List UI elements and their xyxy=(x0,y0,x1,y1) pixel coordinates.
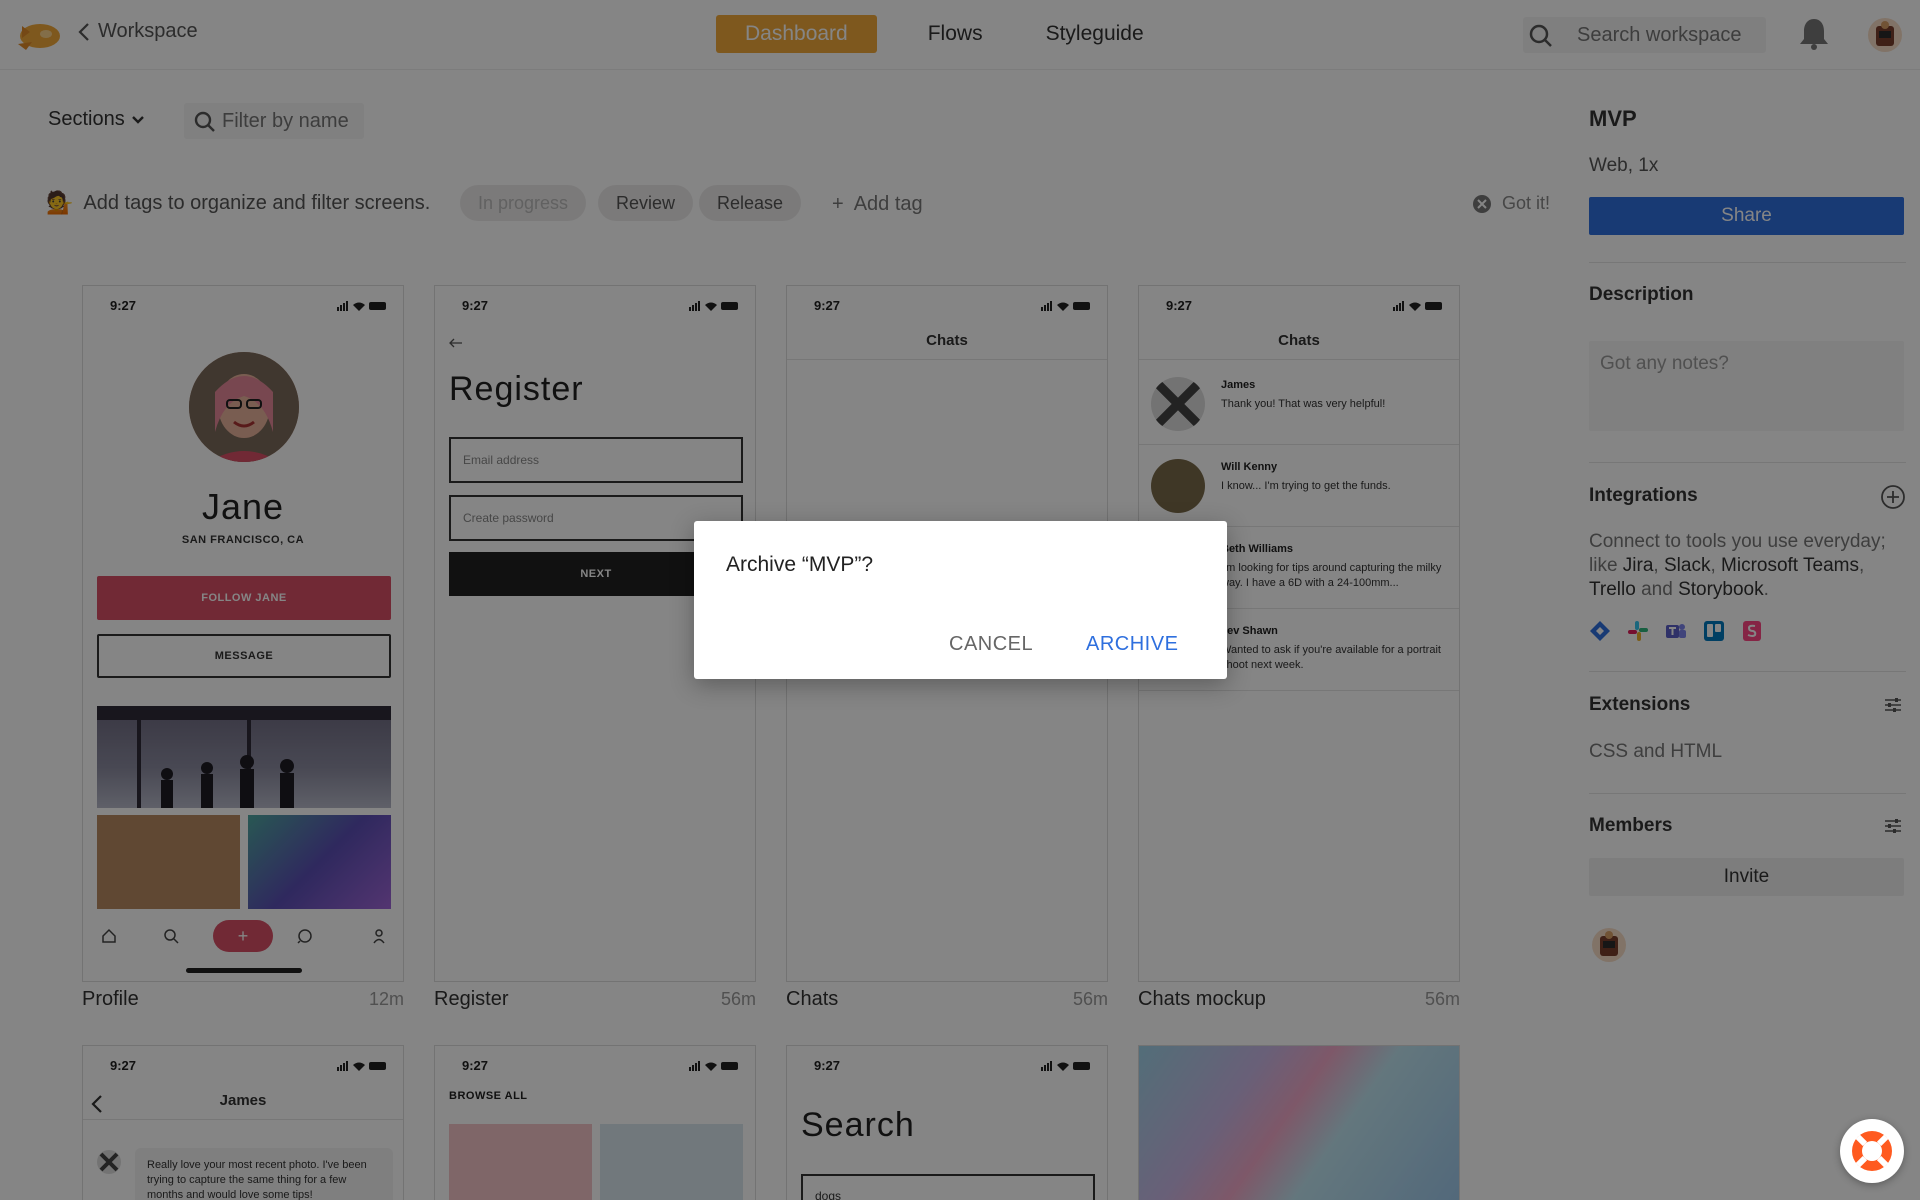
archive-dialog: Archive “MVP”? CANCEL ARCHIVE xyxy=(694,521,1227,679)
help-button[interactable] xyxy=(1840,1119,1904,1183)
archive-button[interactable]: ARCHIVE xyxy=(1086,633,1178,656)
dialog-question: Archive “MVP”? xyxy=(726,553,874,576)
lifebuoy-icon xyxy=(1852,1131,1892,1171)
cancel-button[interactable]: CANCEL xyxy=(949,633,1033,656)
